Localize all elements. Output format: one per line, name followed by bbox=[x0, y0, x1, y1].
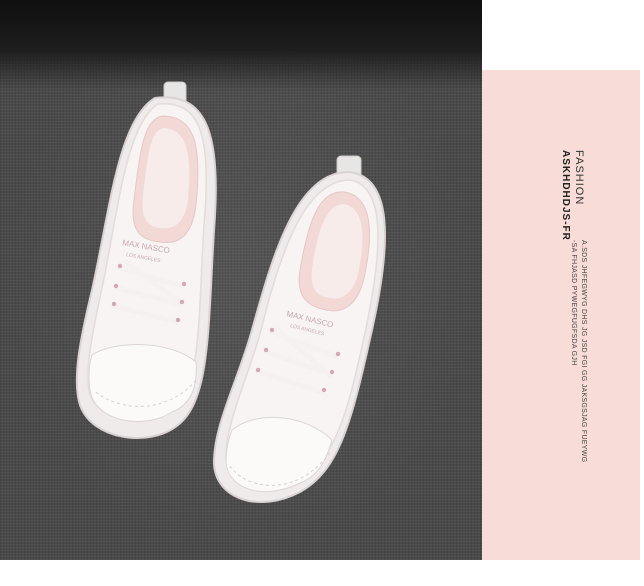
side-copy-line-1: A.SDS JHFEGWYG DHS JG JSD FGI GG JAKSGSJ… bbox=[580, 240, 587, 463]
side-title: FASHION ASKHDHDJS-FR bbox=[560, 150, 585, 241]
side-brand-text: ASKHDHDJS-FR bbox=[560, 150, 571, 241]
side-copy-line-2: -SA FHJASD PYWEGFUGFSDA GJH bbox=[570, 240, 577, 366]
side-copy: A.SDS JHFEGWYG DHS JG JSD FGI GG JAKSGSJ… bbox=[568, 240, 588, 462]
sneakers-illustration: MAX NASCO LOS ANGELES MAX NASCO LOS ANGE… bbox=[75, 81, 386, 503]
side-title-text: FASHION bbox=[573, 150, 585, 206]
accent-panel bbox=[480, 70, 640, 560]
product-photo: MAX NASCO LOS ANGELES MAX NASCO LOS ANGE… bbox=[0, 0, 482, 560]
